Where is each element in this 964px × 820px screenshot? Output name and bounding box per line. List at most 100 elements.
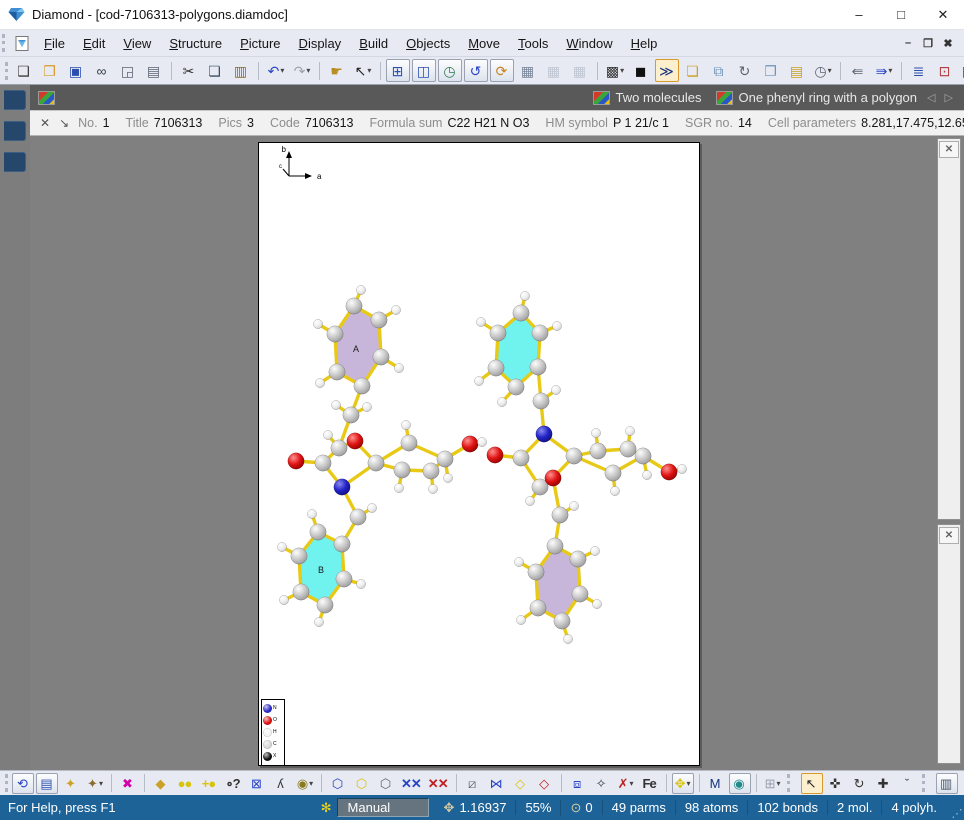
refresh-view-button[interactable]: ⟳ (490, 59, 514, 82)
find-rings-yellow-button[interactable]: ◇ (510, 773, 532, 794)
mdi-restore-button[interactable]: ❐ (918, 37, 938, 50)
delete-row-button[interactable]: ▦ (568, 59, 592, 82)
menu-window[interactable]: Window (557, 33, 621, 54)
history-pane-button[interactable]: ◷ (438, 59, 462, 82)
menu-move[interactable]: Move (459, 33, 509, 54)
picture-tab-two-molecules[interactable]: Two molecules (593, 90, 702, 105)
add-element-atom-button[interactable]: Fe (639, 773, 661, 794)
close-panel-button[interactable]: ✕ (939, 141, 959, 158)
menu-file[interactable]: File (35, 33, 74, 54)
expand-properties-icon[interactable]: ↘ (59, 116, 69, 130)
maximize-button[interactable]: □ (880, 0, 922, 29)
close-panel-button[interactable]: ✕ (939, 527, 959, 544)
menu-picture[interactable]: Picture (231, 33, 289, 54)
next-picture-button[interactable]: ≫ (655, 59, 679, 82)
copy-button[interactable]: ❏ (203, 59, 227, 82)
insert-row-button[interactable]: ▦ (542, 59, 566, 82)
create-bond-button[interactable]: ⧄ (462, 773, 484, 794)
duplicate-picture-button[interactable]: ❐ (759, 59, 783, 82)
properties-pane-button[interactable]: ◫ (412, 59, 436, 82)
find-rings-red-button[interactable]: ◇ (534, 773, 556, 794)
packing-range-button[interactable]: ◉▾ (294, 773, 316, 794)
picture-history-button[interactable]: ◷▾ (811, 59, 835, 82)
mdi-close-button[interactable]: ✖ (938, 37, 958, 50)
print-preview-button[interactable]: ◲ (116, 59, 140, 82)
toolbar-grip[interactable] (5, 774, 8, 792)
find-polygons-yellow-button[interactable]: ⬡ (351, 773, 373, 794)
report-view-button[interactable]: ≣ (907, 59, 931, 82)
render-mode-button[interactable]: ◉ (729, 773, 751, 794)
update-structure-button[interactable]: ⟲ (12, 773, 34, 794)
viewing-direction-button[interactable]: ✥▾ (672, 773, 694, 794)
transfer-out-button[interactable]: ⇛▾ (872, 59, 896, 82)
translate-mode-button[interactable]: ✚ (873, 773, 895, 794)
add-atom-button[interactable]: +● (198, 773, 220, 794)
sidebar-tab-more-pictures[interactable] (4, 152, 26, 172)
find-button[interactable]: ∞ (90, 59, 114, 82)
unit-cell-button[interactable]: ⧈ (567, 773, 589, 794)
full-screen-button[interactable]: ◼ (629, 59, 653, 82)
table-editor-button[interactable]: ▦ (516, 59, 540, 82)
pan-hand-button[interactable]: ☛ (325, 59, 349, 82)
transfer-in-button[interactable]: ⇚ (846, 59, 870, 82)
add-all-atoms-button[interactable]: ●● (174, 773, 196, 794)
menu-build[interactable]: Build (350, 33, 397, 54)
toolbar-grip[interactable] (5, 62, 8, 80)
page-canvas[interactable]: b a c (258, 142, 700, 766)
grow-cluster-button[interactable]: ʎ (270, 773, 292, 794)
rotate-picture-button[interactable]: ↻ (733, 59, 757, 82)
sidebar-tab-recent-pictures[interactable] (4, 90, 26, 110)
data-sheet-button[interactable]: ⊡ (933, 59, 957, 82)
zoom-mode-button[interactable]: ✜ (825, 773, 847, 794)
close-button[interactable]: ✕ (922, 0, 964, 29)
sidebar-tab-navigation[interactable] (4, 121, 26, 141)
navigation-pane-button[interactable]: ⊞ (386, 59, 410, 82)
polyhedra-options-button[interactable]: ⬡ (375, 773, 397, 794)
picture-nav-arrows[interactable]: ◁ ▷ (927, 91, 956, 104)
print-button[interactable]: ▤ (142, 59, 166, 82)
paste-button[interactable]: ▥ (229, 59, 253, 82)
table-view-button[interactable]: ▦▾ (959, 59, 964, 82)
connectivity-button[interactable]: ⋈ (486, 773, 508, 794)
mode-selector[interactable]: Manual (337, 798, 429, 817)
edit-text-button[interactable]: ▤ (36, 773, 58, 794)
orientation-button[interactable]: ✧ (591, 773, 613, 794)
rotate-mode-button[interactable]: ↻ (849, 773, 871, 794)
build-options-button[interactable]: ✦▾ (84, 773, 106, 794)
toolbar-grip[interactable] (2, 34, 12, 52)
picture-gallery-button[interactable]: ▤ (785, 59, 809, 82)
mdi-minimize-button[interactable]: – (898, 37, 918, 49)
save-document-button[interactable]: ▣ (64, 59, 88, 82)
menu-tools[interactable]: Tools (509, 33, 557, 54)
menu-display[interactable]: Display (290, 33, 351, 54)
menu-objects[interactable]: Objects (397, 33, 459, 54)
select-pointer-button[interactable]: ↖▾ (351, 59, 375, 82)
undo-pane-button[interactable]: ↺ (464, 59, 488, 82)
menu-edit[interactable]: Edit (74, 33, 114, 54)
menu-structure[interactable]: Structure (160, 33, 231, 54)
destroy-atoms-button[interactable]: ✗▾ (615, 773, 637, 794)
menu-view[interactable]: View (114, 33, 160, 54)
thumbnail-grid-button[interactable]: ▩▾ (603, 59, 627, 82)
destroy-polyhedra-button[interactable]: ✕✕ (399, 773, 424, 794)
close-properties-icon[interactable]: ✕ (40, 116, 50, 130)
grid-overlay-button[interactable]: ⊞▾ (762, 773, 784, 794)
more-modes-button[interactable]: ˇ (897, 773, 919, 794)
destroy-all-button[interactable]: ✖ (117, 773, 139, 794)
measure-button[interactable]: M (705, 773, 727, 794)
build-wizard-button[interactable]: ✦ (60, 773, 82, 794)
resize-grip[interactable]: ⋰ (950, 795, 964, 820)
complete-fragments-button[interactable]: ∘? (222, 773, 244, 794)
undo-button[interactable]: ↶▾ (264, 59, 288, 82)
element-legend[interactable]: NOHCX (261, 699, 285, 766)
picture-tab-one-phenyl[interactable]: One phenyl ring with a polygon (716, 90, 918, 105)
destroy-all-polyhedra-button[interactable]: ✕✕ (426, 773, 451, 794)
fill-coordination-button[interactable]: ◆ (150, 773, 172, 794)
redo-button[interactable]: ↷▾ (290, 59, 314, 82)
new-document-button[interactable]: ❑ (12, 59, 36, 82)
open-document-button[interactable]: ❒ (38, 59, 62, 82)
find-polygons-blue-button[interactable]: ⬡ (327, 773, 349, 794)
new-picture-button[interactable]: ❏ (681, 59, 705, 82)
connect-atoms-button[interactable]: ⊠ (246, 773, 268, 794)
minimize-button[interactable]: – (838, 0, 880, 29)
